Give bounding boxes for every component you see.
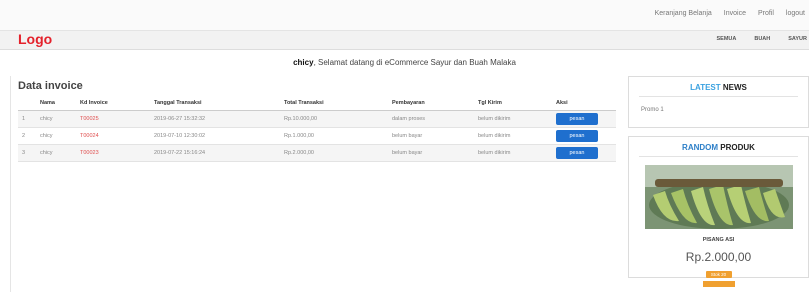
row-tanggal: 2019-07-22 15:16:24 (150, 144, 280, 162)
top-links: Keranjang Belanja Invoice Profil logout (655, 10, 809, 17)
col-tanggal: Tanggal Transaksi (150, 96, 280, 111)
row-aksi: pesan (552, 110, 616, 128)
latest-news-box: LATEST NEWS Promo 1 (628, 76, 809, 128)
latest-news-title-b: NEWS (722, 83, 747, 92)
col-no (18, 96, 36, 111)
sidebar: LATEST NEWS Promo 1 RANDOM PRODUK PISANG… (628, 76, 809, 287)
col-total: Total Transaksi (280, 96, 388, 111)
table-header-row: Nama Kd Invoice Tanggal Transaksi Total … (18, 96, 616, 111)
row-no: 3 (18, 144, 36, 162)
row-total: Rp.10.000,00 (280, 110, 388, 128)
row-no: 2 (18, 127, 36, 145)
row-nama: chicy (36, 127, 76, 145)
row-tgl-kirim: belum dikirim (474, 127, 552, 145)
table-row: 3 chicy T00023 2019-07-22 15:16:24 Rp.2.… (18, 144, 616, 162)
invoice-title: Data invoice (18, 80, 83, 92)
row-pembayaran: belum bayar (388, 127, 474, 145)
row-nama: chicy (36, 110, 76, 128)
row-total: Rp.2.000,00 (280, 144, 388, 162)
category-links: SEMUA BUAH SAYUR (716, 36, 809, 42)
table-row: 2 chicy T00024 2019-07-10 12:30:02 Rp.1.… (18, 127, 616, 145)
col-kd-invoice: Kd Invoice (76, 96, 150, 111)
buy-button[interactable] (702, 281, 735, 287)
row-kd-invoice-link[interactable]: T00025 (76, 110, 150, 128)
nav-semua[interactable]: SEMUA (716, 36, 736, 42)
random-product-title-b: PRODUK (720, 143, 755, 152)
col-pembayaran: Pembayaran (388, 96, 474, 111)
nav-buah[interactable]: BUAH (754, 36, 770, 42)
row-nama: chicy (36, 144, 76, 162)
row-tgl-kirim: belum dikirim (474, 144, 552, 162)
product-name[interactable]: PISANG ASI (629, 237, 808, 243)
row-kd-invoice-link[interactable]: T00024 (76, 127, 150, 145)
row-tanggal: 2019-07-10 12:30:02 (150, 127, 280, 145)
invoice-section: Data invoice Nama Kd Invoice Tanggal Tra… (18, 80, 616, 162)
category-nav-bar (0, 31, 809, 50)
profile-link[interactable]: Profil (758, 10, 774, 17)
row-no: 1 (18, 110, 36, 128)
news-item-link[interactable]: Promo 1 (629, 97, 808, 127)
latest-news-title-a: LATEST (690, 83, 721, 92)
welcome-text: , Selamat datang di eCommerce Sayur dan … (313, 58, 516, 67)
logo[interactable]: Logo (18, 31, 52, 47)
invoice-link[interactable]: Invoice (724, 10, 746, 17)
nav-sayur[interactable]: SAYUR (788, 36, 807, 42)
random-product-title-a: RANDOM (682, 143, 719, 152)
row-aksi: pesan (552, 127, 616, 145)
welcome-message: chicy, Selamat datang di eCommerce Sayur… (0, 58, 809, 67)
row-tgl-kirim: belum dikirim (474, 110, 552, 128)
cart-link[interactable]: Keranjang Belanja (655, 10, 712, 17)
col-tgl-kirim: Tgl Kirim (474, 96, 552, 111)
logout-link[interactable]: logout (786, 10, 805, 17)
divider (639, 156, 798, 157)
col-aksi: Aksi (552, 96, 616, 111)
row-total: Rp.1.000,00 (280, 127, 388, 145)
row-kd-invoice-link[interactable]: T00023 (76, 144, 150, 162)
pesan-button[interactable]: pesan (556, 147, 598, 159)
row-aksi: pesan (552, 144, 616, 162)
row-pembayaran: dalam proses (388, 110, 474, 128)
pesan-button[interactable]: pesan (556, 113, 598, 125)
product-price: Rp.2.000,00 (685, 250, 752, 264)
table-row: 1 chicy T00025 2019-06-27 15:32:32 Rp.10… (18, 110, 616, 128)
product-image[interactable] (644, 165, 793, 229)
pesan-button[interactable]: pesan (556, 130, 598, 142)
invoice-table: Nama Kd Invoice Tanggal Transaksi Total … (18, 96, 616, 162)
content-left-border (10, 76, 11, 292)
random-product-title: RANDOM PRODUK (629, 137, 808, 156)
random-product-box: RANDOM PRODUK PISANG ASI Rp.2.000,00 Sto… (628, 136, 809, 287)
row-pembayaran: belum bayar (388, 144, 474, 162)
welcome-user: chicy (293, 58, 314, 67)
stock-badge: Stok 20 (705, 271, 732, 278)
latest-news-title: LATEST NEWS (629, 77, 808, 96)
row-tanggal: 2019-06-27 15:32:32 (150, 110, 280, 128)
col-nama: Nama (36, 96, 76, 111)
